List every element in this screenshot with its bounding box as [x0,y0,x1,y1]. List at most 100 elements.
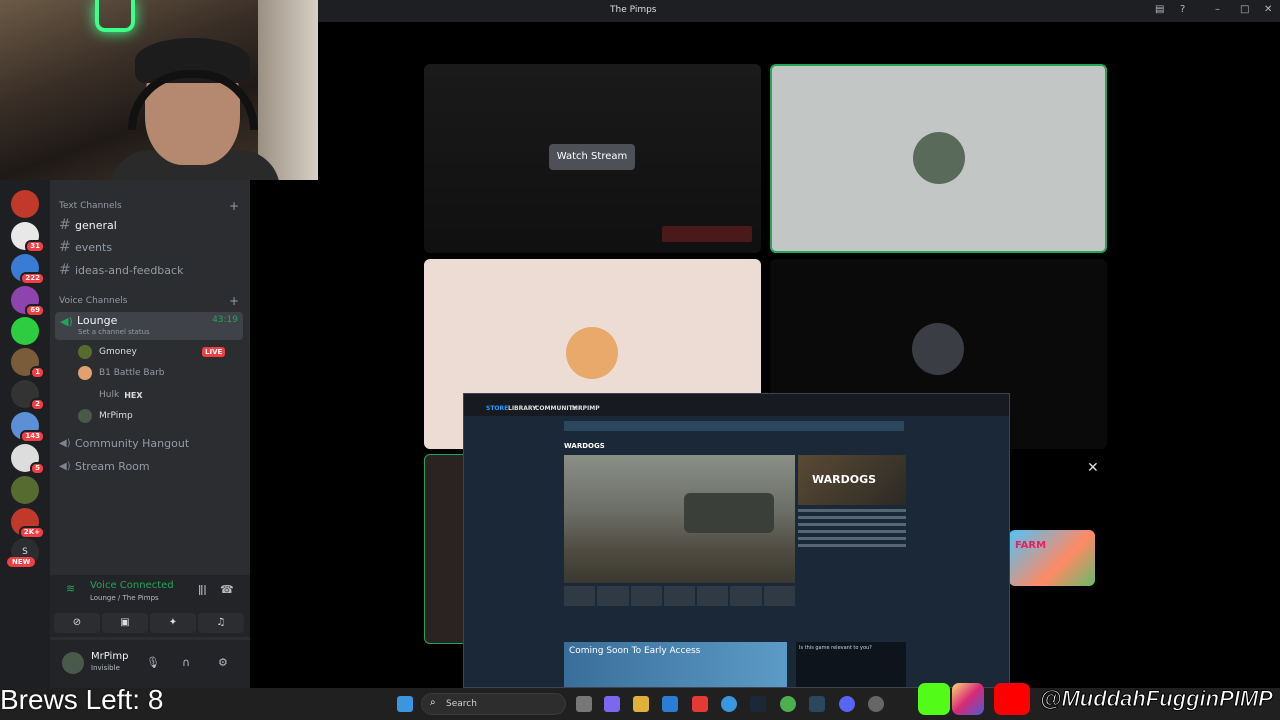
category-text-channels[interactable]: Text Channels + [59,199,239,213]
avatar[interactable] [62,652,84,674]
help-icon[interactable]: ? [1180,4,1185,15]
avatar [78,366,92,380]
server-icon[interactable]: 143 [11,412,45,443]
minimize-button[interactable]: – [1215,4,1220,15]
steam-active-icon[interactable] [809,696,825,712]
activities-button[interactable]: ✦ [150,613,196,633]
app-icon[interactable] [868,696,884,712]
voice-member[interactable]: Gmoney [78,343,137,361]
steam-nav-library[interactable]: LIBRARY [508,405,537,412]
voice-member[interactable]: B1 Battle Barb [78,364,165,382]
avatar [78,409,92,423]
steam-header: STORE LIBRARY COMMUNITY MRPIMP [464,394,1009,416]
steam-nav-community[interactable]: COMMUNITY [535,405,577,412]
speaker-icon: ◀) [60,315,73,328]
member-tag: HEX [124,390,143,400]
steam-nav-profile[interactable]: MRPIMP [572,405,600,412]
coming-soon-banner: Coming Soon To Early Access [564,642,787,687]
server-icon[interactable]: 31 [11,222,45,253]
hash-icon: # [59,262,71,278]
server-icon[interactable]: 69 [11,286,45,317]
disconnect-icon[interactable]: ☎ [220,583,234,596]
voice-channel-stream-room[interactable]: ◀) Stream Room [59,456,241,476]
voice-member[interactable]: MrPimp [78,407,133,425]
channel-status[interactable]: Set a channel status [78,328,150,336]
camera-off-button[interactable]: ⊘ [54,613,100,633]
member-name: B1 Battle Barb [99,368,165,378]
hash-icon: # [59,239,71,255]
help-icon[interactable] [721,696,737,712]
game-capsule: WARDOGS [798,455,906,505]
channel-label: Lounge [77,314,118,327]
member-name: Hulk [99,390,120,400]
plus-icon[interactable]: + [229,294,239,308]
screen-share-button[interactable]: ▣ [102,613,148,633]
microphone-icon[interactable]: 🎙 [146,656,160,669]
wishlist-bar [564,620,906,630]
server-icon[interactable] [11,317,39,345]
steam-window: STORE LIBRARY COMMUNITY MRPIMP WARDOGS W… [463,393,1010,688]
channel-general[interactable]: # general [59,215,241,235]
server-icon[interactable]: 2 [11,380,45,411]
webcam-wall [258,0,318,180]
stream-preview-button [662,226,752,242]
unread-badge: 143 [20,430,45,443]
voice-status-title[interactable]: Voice Connected [90,580,174,591]
voice-channel-community-hangout[interactable]: ◀) Community Hangout [59,433,241,453]
close-button[interactable]: ✕ [1264,4,1272,15]
file-explorer-icon[interactable] [633,696,649,712]
server-icon[interactable]: 1 [11,348,45,379]
hash-icon: # [59,217,71,233]
steam-icon[interactable] [750,696,766,712]
channel-events[interactable]: # events [59,237,241,257]
server-icon[interactable]: 222 [11,254,45,285]
server-icon[interactable] [11,476,39,504]
store-icon[interactable] [662,696,678,712]
search-input[interactable]: ⌕ Search [421,693,566,715]
server-icon[interactable]: 5 [11,444,45,475]
soundboard-icon[interactable]: ǁǀ [198,583,207,596]
watch-stream-button[interactable]: Watch Stream [549,144,635,170]
task-view-icon[interactable] [576,696,592,712]
gear-icon[interactable]: ⚙ [218,656,228,669]
screenshot-strip[interactable] [564,586,795,606]
title-bar: The Pimps ▤ ? – □ ✕ [318,0,1280,22]
signal-icon: ≋ [66,582,76,595]
copilot-icon[interactable] [604,696,620,712]
server-icon[interactable]: 2K+ [11,508,45,539]
voice-member[interactable]: Hulk HEX [78,386,143,404]
plus-icon[interactable]: + [229,199,239,213]
search-icon: ⌕ [430,697,436,708]
app-icon[interactable] [692,696,708,712]
avatar [913,132,965,184]
soundboard-button[interactable]: ♫ [198,613,244,633]
relevance-panel: Is this game relevant to you? [796,642,906,687]
steam-nav-store[interactable]: STORE [486,405,508,412]
discord-icon[interactable] [839,696,855,712]
server-icon[interactable] [11,190,39,218]
channel-ideas-and-feedback[interactable]: # ideas-and-feedback [59,260,241,280]
capsule-label: WARDOGS [812,473,877,486]
windows-start-icon[interactable] [397,696,413,712]
voice-connected-panel: ≋ Voice Connected Lounge / The Pimps ǁǀ … [50,575,250,637]
avatar [78,345,92,359]
promo-label: FARM [1015,540,1047,551]
chrome-icon[interactable] [780,696,796,712]
webcam-feed [0,0,318,180]
unread-badge: 31 [25,240,45,253]
headphones-icon[interactable]: ∩ [182,656,190,669]
game-promo-image[interactable]: FARM [1009,530,1095,586]
voice-channel-lounge[interactable]: ◀) Lounge Set a channel status 43:19 [55,312,243,340]
kick-icon [918,683,950,715]
stream-tile[interactable]: Watch Stream [424,64,761,253]
unread-badge: 2K+ [18,526,45,539]
username: MrPimp [91,651,129,662]
inbox-icon[interactable]: ▤ [1155,4,1164,15]
close-icon[interactable]: ✕ [1087,460,1099,476]
participant-tile[interactable] [770,64,1107,253]
maximize-button[interactable]: □ [1240,4,1249,15]
category-voice-channels[interactable]: Voice Channels + [59,294,239,308]
speaker-icon: ◀) [59,460,71,472]
game-screenshot[interactable] [564,455,795,583]
server-rail: 31 222 69 1 2 143 5 2K+ S NEW [0,180,50,688]
